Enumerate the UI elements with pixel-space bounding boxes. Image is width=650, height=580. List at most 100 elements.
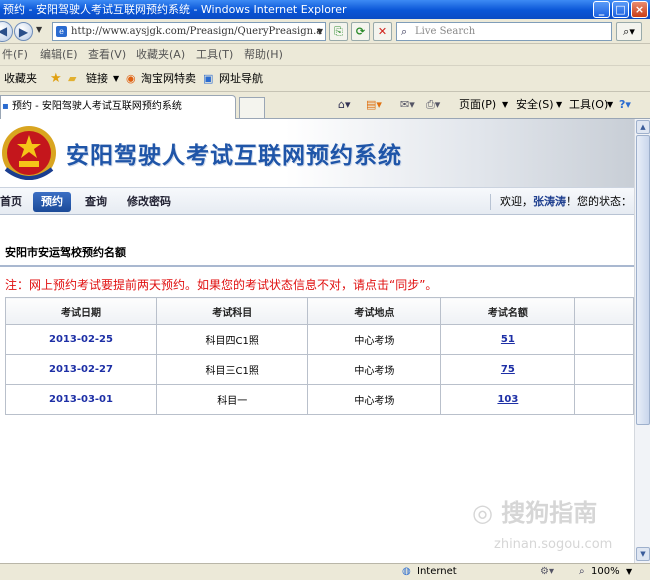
taobao-link[interactable]: 淘宝网特卖 — [141, 66, 196, 92]
close-icon[interactable]: × — [631, 1, 648, 18]
exam-subject: 科目三C1照 — [155, 354, 309, 385]
minimize-icon[interactable]: _ — [593, 1, 610, 18]
menu-view[interactable]: 查看(V) — [88, 44, 126, 66]
search-placeholder: Live Search — [415, 26, 476, 37]
table-cell — [574, 324, 634, 355]
page-menu-dropdown-icon[interactable]: ▼ — [502, 95, 508, 115]
new-tab-button[interactable] — [239, 97, 265, 118]
section-title: 安阳市安运驾校预约名额 — [5, 246, 126, 259]
safety-menu[interactable]: 安全(S) — [516, 95, 554, 115]
internet-zone-icon: ◍ — [402, 566, 411, 577]
exam-subject: 科目一 — [155, 384, 309, 415]
window-title: 预约 - 安阳驾驶人考试互联网预约系统 - Windows Internet E… — [3, 3, 347, 16]
zoom-level[interactable]: 100% — [591, 564, 620, 580]
header-subject: 考试科目 — [155, 297, 309, 325]
table-row: 2013-02-27 科目三C1照 中心考场 75 — [5, 354, 634, 385]
exam-location: 中心考场 — [307, 384, 442, 415]
divider — [0, 265, 634, 267]
help-icon[interactable]: ?▾ — [619, 95, 631, 115]
exam-quota-link[interactable]: 75 — [440, 354, 576, 385]
scroll-thumb[interactable] — [636, 135, 650, 425]
exam-quota-link[interactable]: 103 — [440, 384, 576, 415]
print-icon[interactable]: ⎙▾ — [426, 95, 440, 115]
tab-title: 预约 - 安阳驾驶人考试互联网预约系统 — [11, 101, 182, 112]
header-location: 考试地点 — [307, 297, 442, 325]
address-url: http://www.aysjgk.com/Preasign/QueryPrea… — [71, 26, 323, 37]
tools-menu-dropdown-icon[interactable]: ▼ — [607, 95, 613, 115]
menu-bar: 件(F) 编辑(E) 查看(V) 收藏夹(A) 工具(T) 帮助(H) — [0, 44, 650, 66]
tab-page-icon: ▪ — [2, 101, 9, 112]
vertical-scrollbar[interactable]: ▲ ▼ — [634, 119, 650, 563]
exam-date: 2013-02-25 — [5, 324, 157, 355]
header-quota: 考试名额 — [440, 297, 576, 325]
table-row: 2013-03-01 科目一 中心考场 103 — [5, 384, 634, 415]
address-dropdown-icon[interactable]: ▼ — [317, 23, 323, 40]
protected-mode-icon[interactable]: ⚙▾ — [540, 564, 554, 580]
scroll-down-icon[interactable]: ▼ — [636, 547, 650, 561]
menu-favorites[interactable]: 收藏夹(A) — [136, 44, 185, 66]
back-icon[interactable]: ◀ — [0, 21, 13, 42]
nav-link[interactable]: 网址导航 — [219, 66, 263, 92]
search-icon: ⌕ — [401, 25, 408, 38]
exam-date: 2013-03-01 — [5, 384, 157, 415]
notice-text: 注：网上预约考试要提前两天预约。如果您的考试状态信息不对，请点击“同步”。 — [5, 278, 438, 292]
zoom-dropdown-icon[interactable]: ▼ — [626, 564, 632, 580]
divider — [490, 194, 491, 210]
forward-icon[interactable]: ▶ — [14, 22, 33, 41]
tab-active[interactable]: ▪ 预约 - 安阳驾驶人考试互联网预约系统 — [0, 95, 236, 119]
welcome-text: 欢迎，张涛涛！您的状态： — [500, 192, 632, 212]
table-cell — [574, 354, 634, 385]
zoom-icon[interactable]: ⌕ — [579, 564, 585, 580]
refresh-icon[interactable]: ⟳ — [351, 22, 370, 41]
site-banner: 安阳驾驶人考试互联网预约系统 — [0, 119, 634, 187]
links-dropdown-icon[interactable]: ▼ — [113, 66, 119, 92]
table-cell — [574, 384, 634, 415]
links-button[interactable]: 链接 — [86, 66, 108, 92]
favorites-button[interactable]: 收藏夹 — [4, 66, 37, 92]
feeds-icon[interactable]: ▤▾ — [366, 95, 382, 115]
header-date: 考试日期 — [5, 297, 157, 325]
watermark-text: 搜狗指南 — [501, 499, 598, 527]
history-dropdown-icon[interactable]: ▼ — [36, 25, 42, 34]
scroll-up-icon[interactable]: ▲ — [636, 120, 650, 134]
nav-home[interactable]: 首页 — [0, 192, 26, 212]
search-input[interactable]: ⌕ Live Search — [396, 22, 612, 41]
page-icon: ▣ — [203, 72, 214, 85]
nav-query[interactable]: 查询 — [81, 192, 111, 212]
stop-icon[interactable]: ✕ — [373, 22, 392, 41]
exam-quota-link[interactable]: 51 — [440, 324, 576, 355]
window-title-bar: 预约 - 安阳驾驶人考试互联网预约系统 - Windows Internet E… — [0, 0, 650, 19]
nav-booking[interactable]: 预约 — [33, 192, 71, 212]
exam-location: 中心考场 — [307, 324, 442, 355]
welcome-prefix: 欢迎， — [500, 195, 533, 208]
status-bar: ◍ Internet ⚙▾ ⌕ 100% ▼ — [0, 563, 650, 580]
menu-tools[interactable]: 工具(T) — [196, 44, 233, 66]
menu-edit[interactable]: 编辑(E) — [40, 44, 78, 66]
page-menu[interactable]: 页面(P) — [459, 95, 496, 115]
safety-menu-dropdown-icon[interactable]: ▼ — [556, 95, 562, 115]
menu-help[interactable]: 帮助(H) — [244, 44, 283, 66]
exam-location: 中心考场 — [307, 354, 442, 385]
user-name: 张涛涛 — [533, 195, 566, 208]
table-header-row: 考试日期 考试科目 考试地点 考试名额 — [5, 297, 634, 325]
address-input[interactable]: e http://www.aysjgk.com/Preasign/QueryPr… — [52, 22, 326, 41]
page-icon: e — [56, 26, 67, 37]
mail-icon[interactable]: ✉▾ — [400, 95, 415, 115]
compatibility-icon[interactable]: ⎘ — [329, 22, 348, 41]
folder-icon: ▰ — [68, 72, 77, 85]
site-title: 安阳驾驶人考试互联网预约系统 — [66, 143, 402, 169]
add-favorite-icon[interactable]: ★ — [50, 66, 62, 92]
home-icon[interactable]: ⌂▾ — [338, 95, 351, 115]
zone-label: Internet — [417, 566, 457, 577]
tools-menu[interactable]: 工具(O) — [569, 95, 608, 115]
taobao-icon: ◉ — [126, 72, 136, 85]
watermark-logo: ◎ 搜狗指南 — [472, 499, 598, 527]
table-row: 2013-02-25 科目四C1照 中心考场 51 — [5, 324, 634, 355]
menu-file[interactable]: 件(F) — [2, 44, 28, 66]
nav-change-password[interactable]: 修改密码 — [123, 192, 175, 212]
maximize-icon[interactable]: □ — [612, 1, 629, 18]
status-label: ！您的状态： — [566, 195, 632, 208]
address-toolbar: ◀ ▶ ▼ e http://www.aysjgk.com/Preasign/Q… — [0, 19, 650, 44]
search-go-icon[interactable]: ⌕▾ — [616, 22, 642, 41]
header-extra — [574, 297, 634, 325]
